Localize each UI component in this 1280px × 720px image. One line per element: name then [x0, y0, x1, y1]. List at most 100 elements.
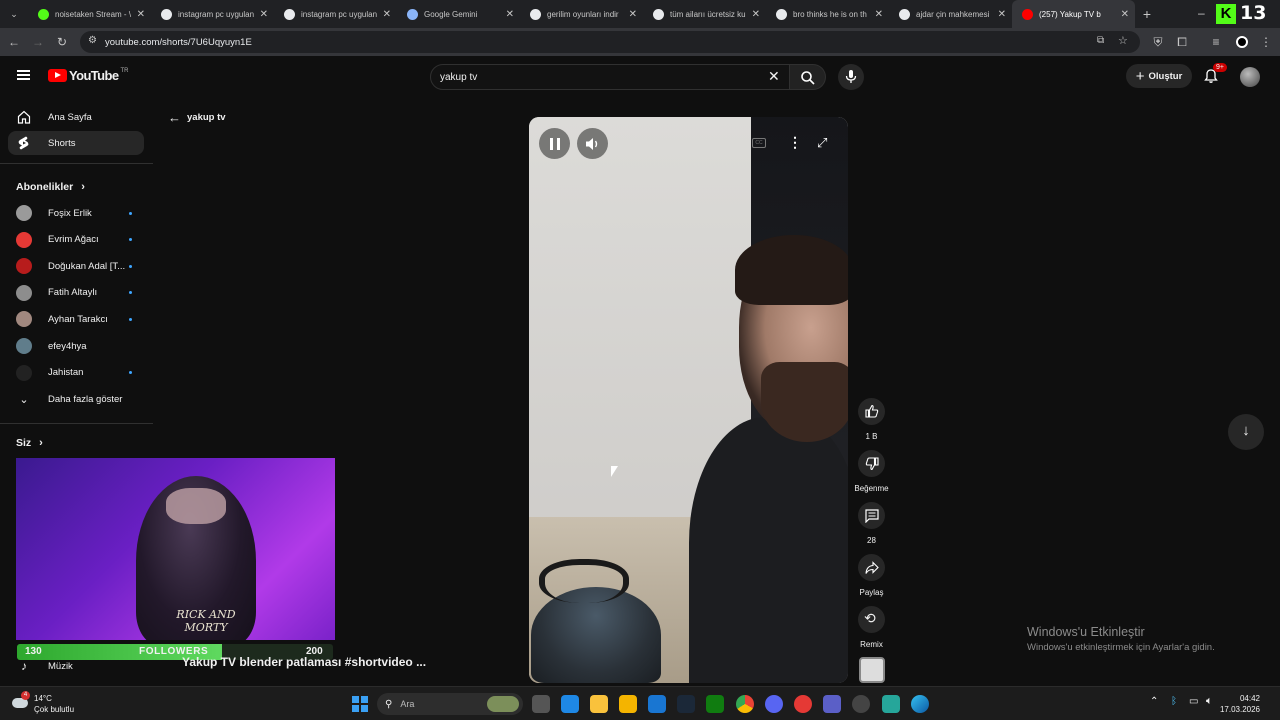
remix-button[interactable]: ⟲: [858, 606, 885, 633]
share-button[interactable]: [858, 554, 885, 581]
reload-icon[interactable]: ↻: [54, 34, 70, 50]
obs-icon[interactable]: [852, 695, 870, 713]
start-button[interactable]: [352, 696, 368, 712]
steam-icon[interactable]: [677, 695, 695, 713]
clock-date[interactable]: 17.03.2026: [1212, 705, 1260, 714]
weather-widget[interactable]: 4 14°C Çok bulutlu: [10, 691, 90, 717]
file-explorer-icon[interactable]: [590, 695, 608, 713]
media-player-icon[interactable]: [794, 695, 812, 713]
voice-search-button[interactable]: [838, 64, 864, 90]
sidebar-item-music[interactable]: ♪ Müzik: [16, 656, 136, 676]
volume-button[interactable]: [577, 128, 608, 159]
subscription-item[interactable]: Jahistan: [16, 363, 136, 383]
sidebar-item-shorts[interactable]: Shorts: [8, 131, 144, 155]
comments-button[interactable]: [858, 502, 885, 529]
shield-extension-icon[interactable]: ⛨: [1150, 34, 1166, 50]
new-tab-button[interactable]: +: [1135, 6, 1159, 22]
tab-close-icon[interactable]: ✕: [383, 9, 391, 20]
address-bar[interactable]: ⚙ youtube.com/shorts/7U6Uqyuyn1E ⧉ ☆: [80, 31, 1140, 53]
tab-close-icon[interactable]: ✕: [998, 9, 1006, 20]
tab-close-icon[interactable]: ✕: [752, 9, 760, 20]
subscription-item[interactable]: Fatih Altaylı: [16, 283, 136, 303]
pause-button[interactable]: [539, 128, 570, 159]
channel-name: Fatih Altaylı: [48, 287, 98, 299]
browser-tab[interactable]: gerilim oyunları indir ✕: [520, 0, 643, 28]
site-info-icon[interactable]: ⚙: [88, 35, 97, 46]
search-button[interactable]: [790, 64, 826, 90]
browser-tab[interactable]: noisetaken Stream - \ ✕: [28, 0, 151, 28]
back-arrow-icon: ←: [168, 110, 181, 125]
search-input[interactable]: yakup tv ✕: [430, 64, 790, 90]
sound-thumbnail[interactable]: [859, 657, 885, 683]
subscription-item[interactable]: Doğukan Adal [T...: [16, 256, 136, 276]
app-launcher-icon[interactable]: [882, 695, 900, 713]
sidebar-item-ana-sayfa[interactable]: Ana Sayfa: [8, 105, 144, 129]
subscription-item[interactable]: Foşix Erlik: [16, 203, 136, 223]
next-video-button[interactable]: ↓: [1228, 414, 1264, 450]
minimize-button[interactable]: –: [1198, 6, 1205, 20]
edge-icon[interactable]: [911, 695, 929, 713]
tab-close-icon[interactable]: ✕: [875, 9, 883, 20]
subscription-item[interactable]: Evrim Ağacı: [16, 230, 136, 250]
chrome-icon[interactable]: [736, 695, 754, 713]
bluetooth-icon[interactable]: ᛒ: [1171, 696, 1177, 707]
tab-title: noisetaken Stream - \: [55, 9, 132, 19]
chrome-menu-icon[interactable]: ⋮: [1258, 34, 1274, 50]
fullscreen-icon[interactable]: ⤢: [817, 135, 827, 151]
task-view-icon[interactable]: [532, 695, 550, 713]
browser-tab[interactable]: (257) Yakup TV b ✕: [1012, 0, 1135, 28]
tab-close-icon[interactable]: ✕: [137, 9, 145, 20]
xbox-icon[interactable]: [706, 695, 724, 713]
browser-tab[interactable]: instagram pc uygulan ✕: [151, 0, 274, 28]
extensions-puzzle-icon[interactable]: ⧠: [1174, 34, 1190, 50]
subscriptions-header[interactable]: Abonelikler ›: [16, 181, 85, 193]
share-label: Paylaş: [859, 588, 884, 597]
network-icon[interactable]: ▭: [1189, 696, 1198, 707]
desktop-widget-icon[interactable]: [561, 695, 579, 713]
subscription-item[interactable]: efey4hya: [16, 336, 136, 356]
profile-avatar[interactable]: [1236, 36, 1248, 48]
outlook-icon[interactable]: [648, 695, 666, 713]
back-arrow-icon[interactable]: ←: [6, 34, 22, 50]
captions-icon[interactable]: CC: [752, 138, 766, 148]
teams-icon[interactable]: [823, 695, 841, 713]
browser-tab[interactable]: ajdar çin mahkemesi ✕: [889, 0, 1012, 28]
show-more-button[interactable]: ⌄ Daha fazla göster: [16, 389, 136, 409]
shorts-video-player[interactable]: CC ⋮ ⤢: [529, 117, 848, 683]
taskbar-search[interactable]: ⚲ Ara: [377, 693, 523, 715]
tab-favicon-icon: [161, 8, 172, 20]
browser-tab[interactable]: bro thinks he is on th ✕: [766, 0, 889, 28]
tab-close-icon[interactable]: ✕: [506, 9, 514, 20]
tab-search-chevron-icon[interactable]: ⌄: [0, 9, 28, 20]
bookmark-star-icon[interactable]: ☆: [1118, 34, 1128, 47]
microsoft-store-icon[interactable]: [619, 695, 637, 713]
media-control-icon[interactable]: ≡: [1208, 34, 1224, 50]
notifications-button[interactable]: 9+: [1203, 63, 1227, 86]
discord-icon[interactable]: [765, 695, 783, 713]
subscription-item[interactable]: Ayhan Tarakcı: [16, 309, 136, 329]
install-app-icon[interactable]: ⧉: [1097, 35, 1104, 46]
browser-tab[interactable]: Google Gemini ✕: [397, 0, 520, 28]
show-hidden-icons[interactable]: ⌃: [1150, 696, 1158, 707]
create-button[interactable]: + Oluştur: [1126, 64, 1192, 88]
tab-close-icon[interactable]: ✕: [260, 9, 268, 20]
clock-time[interactable]: 04:42: [1220, 694, 1260, 703]
like-button[interactable]: [858, 398, 885, 425]
more-options-icon[interactable]: ⋮: [788, 134, 802, 151]
tab-close-icon[interactable]: ✕: [629, 9, 637, 20]
back-to-search-link[interactable]: ← yakup tv: [168, 110, 226, 125]
channel-name: Foşix Erlik: [48, 207, 92, 219]
video-title[interactable]: Yakup TV blender patlaması #shortvideo .…: [182, 655, 426, 669]
clear-search-icon[interactable]: ✕: [768, 68, 780, 85]
browser-tab[interactable]: tüm ailarıı ücretsiz ku ✕: [643, 0, 766, 28]
browser-tab[interactable]: instagram pc uygulan ✕: [274, 0, 397, 28]
forward-arrow-icon[interactable]: →: [30, 34, 46, 50]
hamburger-menu-icon[interactable]: [17, 70, 30, 80]
tab-close-icon[interactable]: ✕: [1121, 9, 1129, 20]
youtube-logo[interactable]: YouTube TR: [48, 68, 128, 83]
dislike-button[interactable]: [858, 450, 885, 477]
channel-name: efey4hya: [48, 340, 87, 352]
account-avatar[interactable]: [1240, 67, 1260, 87]
you-header[interactable]: Siz ›: [16, 437, 43, 449]
streamer-hand: [166, 488, 226, 524]
